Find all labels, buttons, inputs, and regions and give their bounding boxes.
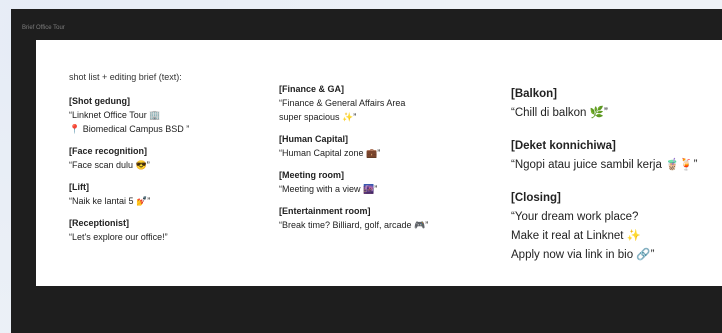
section-heading: [Balkon]: [511, 88, 557, 100]
section-line: super spacious ✨”: [279, 112, 357, 122]
section-face-recognition: [Face recognition] “Face scan dulu 😎”: [69, 144, 189, 172]
frame-title[interactable]: Brief Office Tour: [22, 25, 65, 31]
section-heading: [Meeting room]: [279, 170, 344, 180]
section-line: “Chill di balkon 🌿”: [511, 107, 608, 119]
intro-text: shot list + editing brief (text):: [69, 72, 182, 82]
section-heading: [Receptionist]: [69, 218, 130, 228]
section-line: “Human Capital zone 💼”: [279, 148, 381, 158]
column-2: [Finance & GA] “Finance & General Affair…: [279, 82, 428, 232]
section-heading: [Human Capital]: [279, 134, 349, 144]
canvas-frame: Brief Office Tour shot list + editing br…: [11, 9, 722, 333]
section-heading: [Deket konnichiwa]: [511, 140, 616, 152]
column-3: [Balkon] “Chill di balkon 🌿” [Deket konn…: [511, 85, 698, 265]
section-line: “Break time? Billiard, golf, arcade 🎮”: [279, 220, 429, 230]
section-heading: [Shot gedung]: [69, 96, 130, 106]
section-heading: [Finance & GA]: [279, 84, 345, 94]
section-line: “Face scan dulu 😎”: [69, 160, 150, 170]
section-closing: [Closing] “Your dream work place? Make i…: [511, 189, 698, 265]
section-line: “Linknet Office Tour 🏢: [69, 110, 161, 120]
section-line: Make it real at Linknet ✨: [511, 230, 642, 242]
section-human-capital: [Human Capital] “Human Capital zone 💼”: [279, 132, 428, 160]
section-line: “Ngopi atau juice sambil kerja 🧋🍹”: [511, 159, 698, 171]
column-1: shot list + editing brief (text): [Shot …: [69, 70, 189, 244]
section-heading: [Entertainment room]: [279, 206, 371, 216]
section-line: “Finance & General Affairs Area: [279, 98, 406, 108]
section-entertainment-room: [Entertainment room] “Break time? Billia…: [279, 204, 428, 232]
brief-document: shot list + editing brief (text): [Shot …: [36, 40, 722, 286]
section-receptionist: [Receptionist] “Let's explore our office…: [69, 216, 189, 244]
section-heading: [Lift]: [69, 182, 89, 192]
section-line: “Your dream work place?: [511, 211, 639, 223]
section-balkon: [Balkon] “Chill di balkon 🌿”: [511, 85, 698, 123]
section-line: “Meeting with a view 🌆”: [279, 184, 378, 194]
section-heading: [Closing]: [511, 192, 561, 204]
section-deket-konnichiwa: [Deket konnichiwa] “Ngopi atau juice sam…: [511, 137, 698, 175]
section-line: Apply now via link in bio 🔗”: [511, 249, 655, 261]
section-meeting-room: [Meeting room] “Meeting with a view 🌆”: [279, 168, 428, 196]
section-heading: [Face recognition]: [69, 146, 148, 156]
section-line: “Naik ke lantai 5 💅”: [69, 196, 151, 206]
section-shot-gedung: [Shot gedung] “Linknet Office Tour 🏢 📍 B…: [69, 94, 189, 136]
section-finance-ga: [Finance & GA] “Finance & General Affair…: [279, 82, 428, 124]
section-line: 📍 Biomedical Campus BSD ”: [69, 124, 190, 134]
section-lift: [Lift] “Naik ke lantai 5 💅”: [69, 180, 189, 208]
section-line: “Let's explore our office!”: [69, 232, 168, 242]
